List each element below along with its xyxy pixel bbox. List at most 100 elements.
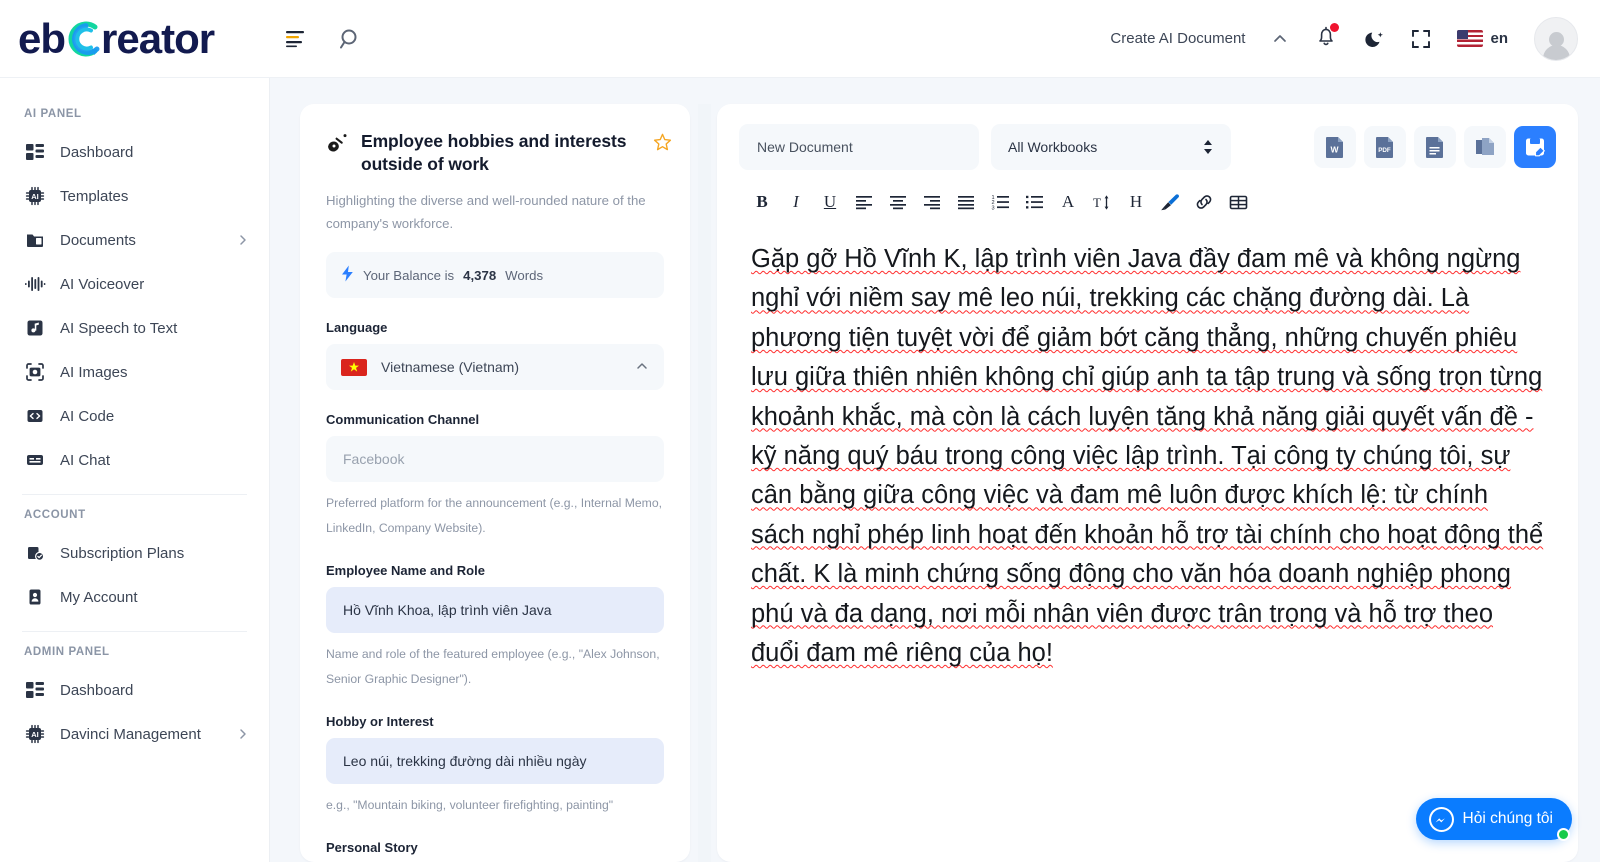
brush-button[interactable] [1153, 186, 1187, 218]
dashboard-icon [24, 141, 46, 163]
bold-icon: B [756, 192, 768, 211]
sidebar-item-label: AI Speech to Text [60, 319, 178, 337]
sidebar-item-documents[interactable]: Documents [0, 218, 269, 262]
sidebar-item-my-account[interactable]: My Account [0, 575, 269, 619]
sidebar-item-admin-dashboard[interactable]: Dashboard [0, 668, 269, 712]
underline-button[interactable]: U [813, 186, 847, 218]
bold-button[interactable]: B [745, 186, 779, 218]
sidebar-item-label: Dashboard [60, 681, 134, 699]
chevron-up-icon[interactable] [1271, 30, 1289, 48]
form-header: Employee hobbies and interests outside o… [326, 130, 672, 176]
sidebar-item-davinci-management[interactable]: AI Davinci Management [0, 712, 269, 756]
ordered-list-button[interactable]: 1 2 3 [983, 186, 1017, 218]
export-word-button[interactable]: W [1314, 126, 1356, 168]
chat-icon [24, 449, 46, 471]
communication-channel-input[interactable]: Facebook [326, 436, 664, 483]
id-card-icon [24, 586, 46, 608]
employee-name-role-input[interactable]: Hồ Vĩnh Khoa, lập trình viên Java [326, 587, 664, 634]
sidebar-item-ai-chat[interactable]: AI Chat [0, 438, 269, 482]
language-switcher[interactable]: en [1457, 30, 1508, 47]
ai-chip-icon: AI [24, 185, 46, 207]
main-content: Employee hobbies and interests outside o… [270, 78, 1600, 862]
sidebar-item-subscription-plans[interactable]: Subscription Plans [0, 531, 269, 575]
subscription-icon [24, 542, 46, 564]
app-root: eb reator Create AI Document en AI PANEL… [0, 0, 1600, 862]
search-icon[interactable] [338, 27, 362, 51]
sidebar: AI PANEL Dashboard AI Templates Document… [0, 78, 270, 862]
online-status-dot [1557, 828, 1570, 841]
create-ai-document-button[interactable]: Create AI Document [1110, 30, 1245, 47]
save-button[interactable] [1514, 126, 1556, 168]
fullscreen-icon[interactable] [1411, 29, 1431, 49]
align-justify-button[interactable] [949, 186, 983, 218]
editor-header: New Document All Workbooks W PDF [739, 124, 1556, 170]
field-help-employee-name-role: Name and role of the featured employee (… [326, 647, 660, 687]
field-help-hobby-interest: e.g., "Mountain biking, volunteer firefi… [326, 798, 614, 813]
copy-button[interactable] [1464, 126, 1506, 168]
italic-button[interactable]: I [779, 186, 813, 218]
messenger-chat-button[interactable]: Hỏi chúng tôi [1415, 798, 1572, 841]
align-center-button[interactable] [881, 186, 915, 218]
sidebar-section-admin-panel-label: ADMIN PANEL [24, 646, 110, 658]
camera-icon [24, 361, 46, 383]
bell-icon[interactable] [1315, 22, 1340, 53]
sidebar-item-ai-code[interactable]: AI Code [0, 394, 269, 438]
font-size-icon: T [1093, 195, 1109, 210]
panel-scroll-gutter[interactable] [690, 104, 717, 862]
bullet-list-button[interactable] [1017, 186, 1051, 218]
field-label-hobby-interest: Hobby or Interest [326, 714, 434, 730]
export-text-button[interactable] [1414, 126, 1456, 168]
menu-icon[interactable] [286, 30, 308, 48]
table-button[interactable] [1221, 186, 1255, 218]
dashboard-icon [24, 679, 46, 701]
folder-icon [24, 229, 46, 251]
heading-button[interactable]: H [1119, 186, 1153, 218]
sidebar-item-ai-voiceover[interactable]: AI Voiceover [0, 262, 269, 306]
editor-panel: New Document All Workbooks W PDF B I U 1… [717, 104, 1578, 862]
avatar[interactable] [1534, 16, 1578, 61]
export-pdf-button[interactable]: PDF [1364, 126, 1406, 168]
header-left-icons [286, 27, 362, 51]
sidebar-item-dashboard[interactable]: Dashboard [0, 130, 269, 174]
logo[interactable]: eb reator [0, 16, 270, 62]
font-color-button[interactable]: A [1051, 186, 1085, 218]
logo-text: eb reator [18, 14, 215, 62]
italic-icon: I [793, 192, 799, 211]
document-name-input[interactable]: New Document [739, 124, 979, 170]
chevron-right-icon [237, 728, 249, 740]
editor-content[interactable]: Gặp gỡ Hồ Vĩnh K, lập trình viên Java đầ… [751, 240, 1544, 673]
sidebar-item-label: Documents [60, 231, 136, 249]
scrollbar-track[interactable] [698, 104, 711, 862]
sidebar-item-templates[interactable]: AI Templates [0, 174, 269, 218]
sidebar-item-label: Templates [60, 187, 129, 205]
table-icon [1229, 195, 1247, 209]
workbook-select-value: All Workbooks [1008, 139, 1098, 155]
notification-badge [1330, 22, 1340, 32]
hobby-interest-input[interactable]: Leo núi, trekking đường dài nhiều ngày [326, 738, 664, 785]
logo-text-part1: eb [18, 14, 66, 62]
sidebar-item-label: Subscription Plans [60, 544, 185, 562]
workbook-select[interactable]: All Workbooks [991, 124, 1231, 170]
flag-vn-icon [341, 358, 367, 376]
font-size-button[interactable]: T [1085, 186, 1119, 218]
align-left-button[interactable] [847, 186, 881, 218]
lightning-icon [341, 265, 354, 285]
field-label-personal-story: Personal Story [326, 840, 418, 856]
moon-icon[interactable] [1363, 28, 1385, 50]
messenger-label: Hỏi chúng tôi [1462, 810, 1553, 827]
link-button[interactable] [1187, 186, 1221, 218]
sidebar-item-label: AI Code [60, 407, 115, 425]
export-buttons-group: W PDF [1314, 126, 1556, 168]
header-right-controls: Create AI Document en [1110, 16, 1600, 61]
sidebar-item-ai-speech-to-text[interactable]: AI Speech to Text [0, 306, 269, 350]
ai-chip-icon: AI [24, 723, 46, 745]
underline-icon: U [823, 192, 837, 211]
language-select[interactable]: Vietnamese (Vietnam) [326, 344, 664, 391]
speech-note-icon [24, 317, 46, 339]
align-right-button[interactable] [915, 186, 949, 218]
page-title: Employee hobbies and interests outside o… [361, 131, 627, 175]
star-outline-icon[interactable] [653, 133, 672, 157]
sidebar-item-label: AI Images [60, 363, 128, 381]
sidebar-item-ai-images[interactable]: AI Images [0, 350, 269, 394]
editor-content-area[interactable]: Gặp gỡ Hồ Vĩnh K, lập trình viên Java đầ… [739, 218, 1556, 862]
